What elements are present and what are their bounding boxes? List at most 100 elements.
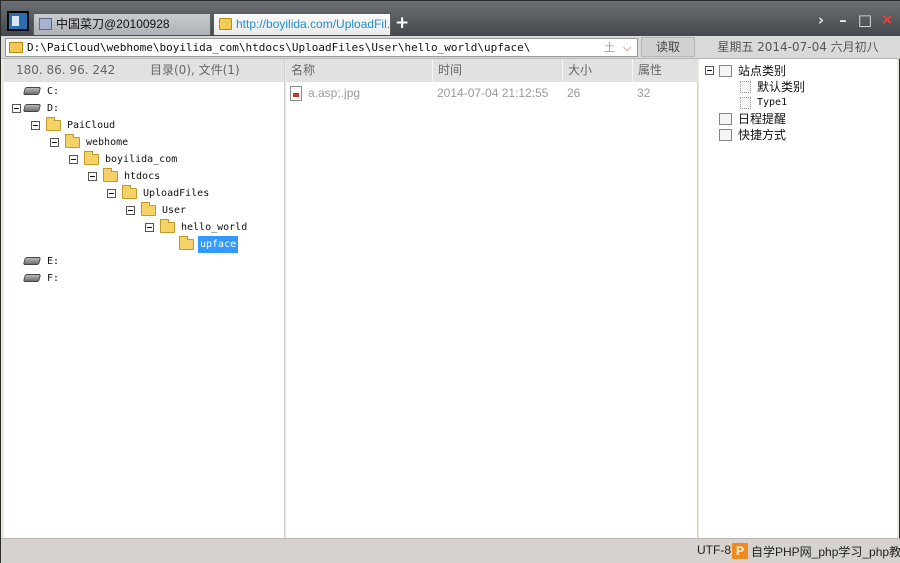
column-header-time[interactable]: 时间 [432,59,562,82]
tree-node-drive-c[interactable]: C: [12,83,132,100]
tree-node-folder[interactable]: PaiCloud [31,117,171,134]
tree-item-label: 默认类别 [757,80,806,94]
tab-bar: 中国菜刀@20100928 http://boyilida.com/Upload… [1,1,900,36]
tab-file-manager[interactable]: http://boyilida.com/UploadFil... [213,13,391,35]
server-ip: 180. 86. 96. 242 [16,63,116,77]
address-bar: 土 ⌵ [5,38,638,57]
tab-label: http://boyilida.com/UploadFil... [236,17,391,31]
drive-icon [22,274,42,282]
new-tab-button[interactable]: + [395,15,409,32]
drive-icon [22,104,42,112]
path-input[interactable] [27,39,587,56]
folder-open-icon [179,236,194,250]
collapse-icon[interactable] [705,66,714,75]
tree-node-drive-e[interactable]: E: [12,253,132,270]
file-list-header: 名称 时间 大小 属性 [286,59,698,82]
tab-label: 中国菜刀@20100928 [56,17,170,31]
drive-icon [22,257,42,265]
tree-node-label: htdocs [124,171,161,182]
site-list-icon [719,65,732,77]
encoding-label: UTF-8 [697,543,731,557]
tree-node-folder[interactable]: User [126,202,266,219]
minimize-button[interactable]: – [835,11,851,29]
folder-icon [122,185,137,199]
tree-item-label: 站点类别 [738,64,787,78]
tree-node-folder[interactable]: webhome [50,134,190,151]
collapse-icon[interactable] [50,138,59,147]
collapse-icon[interactable] [88,172,97,181]
folder-icon [65,134,80,148]
directory-tree: C: D: PaiCloud webhome boyilida_com htdo… [4,83,284,538]
tree-node-label: webhome [86,137,129,148]
column-header-size[interactable]: 大小 [562,59,632,82]
folder-icon [9,42,23,53]
folder-icon [46,117,61,131]
date-label: 星期五 2014-07-04 六月初八 [717,40,879,54]
collapse-icon[interactable] [126,206,135,215]
category-icon [740,81,751,93]
tree-node-folder[interactable]: UploadFiles [107,185,257,202]
collapse-icon[interactable] [107,189,116,198]
collapse-icon[interactable] [31,121,40,130]
tree-node-folder-selected[interactable]: upface [164,236,274,253]
directory-header: 180. 86. 96. 242 目录(0), 文件(1) [4,59,284,82]
tree-node-label: UploadFiles [143,188,210,199]
tree-node-drive-d[interactable]: D: [12,100,132,117]
tree-node-folder[interactable]: htdocs [88,168,228,185]
tree-item-sites[interactable]: 站点类别 [705,63,885,79]
tree-node-label: hello_world [181,222,248,233]
chevron-down-icon[interactable]: ⌵ [623,39,631,56]
tree-node-label: E: [47,256,60,267]
tree-node-label: upface [198,236,239,253]
tree-node-folder[interactable]: hello_world [145,219,284,236]
tab-nav-icon[interactable]: › [813,11,829,29]
watermark: P 自学PHP网_php学习_php教 [732,542,900,560]
tree-item-label: 快捷方式 [738,128,787,142]
tree-node-folder[interactable]: boyilida_com [69,151,219,168]
folder-icon [84,151,99,165]
tree-item-schedule[interactable]: 日程提醒 [705,111,885,127]
tree-item-label: Type1 [757,97,788,108]
tree-item-shortcuts[interactable]: 快捷方式 [705,127,885,143]
tree-node-label: boyilida_com [105,154,178,165]
drive-icon [22,87,42,95]
category-icon [740,97,751,109]
directory-pane: 180. 86. 96. 242 目录(0), 文件(1) C: D: PaiC… [4,59,285,538]
image-file-icon [290,86,302,101]
folder-icon [219,18,232,30]
tree-node-drive-f[interactable]: F: [12,270,132,287]
maximize-button[interactable]: □ [857,11,873,29]
window-controls: › – □ ✕ [813,11,895,31]
folder-icon [141,202,156,216]
clock-icon [719,113,732,125]
tree-node-label: C: [47,86,60,97]
folder-icon [160,219,175,233]
file-size: 26 [567,86,581,100]
watermark-text: 自学PHP网_php学习_php教 [751,544,900,559]
encoding-toggle[interactable]: 土 [604,39,615,56]
watermark-logo: P [732,543,748,559]
tab-shell-manager[interactable]: 中国菜刀@20100928 [33,13,211,35]
site-tree-pane: 站点类别 默认类别 Type1 日程提醒 快捷方式 [699,59,897,538]
close-button[interactable]: ✕ [879,11,895,29]
address-row: 土 ⌵ 读取 星期五 2014-07-04 六月初八 [1,36,900,59]
folder-icon [103,168,118,182]
status-bar: UTF-8 P 自学PHP网_php学习_php教 [1,538,900,563]
column-header-name[interactable]: 名称 [286,59,433,82]
tree-node-label: PaiCloud [67,120,116,131]
window-icon [39,18,52,30]
tree-node-label: F: [47,273,60,284]
read-button[interactable]: 读取 [641,37,695,57]
app-menu-icon[interactable] [7,11,29,31]
tree-item-label: 日程提醒 [738,112,787,126]
collapse-icon[interactable] [69,155,78,164]
collapse-icon[interactable] [145,223,154,232]
file-row[interactable]: a.asp;.jpg 2014-07-04 21:12:55 26 32 [286,83,698,103]
tree-item-type1[interactable]: Type1 [740,95,880,111]
item-count: 目录(0), 文件(1) [150,63,240,77]
collapse-icon[interactable] [12,104,21,113]
file-list-pane: 名称 时间 大小 属性 a.asp;.jpg 2014-07-04 21:12:… [286,59,698,538]
column-header-attr[interactable]: 属性 [632,59,698,82]
tree-item-default-category[interactable]: 默认类别 [740,79,880,95]
tree-node-label: User [162,205,187,216]
